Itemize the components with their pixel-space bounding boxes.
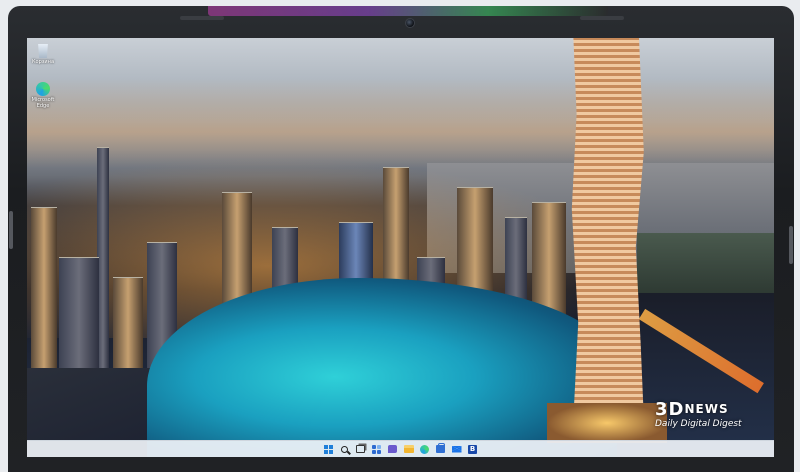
edge-icon bbox=[420, 444, 429, 454]
watermark-logo: 3DNEWS bbox=[655, 400, 780, 419]
bezel-reflection bbox=[208, 6, 608, 16]
mail-icon bbox=[451, 445, 462, 453]
wallpaper-highway bbox=[638, 308, 764, 394]
app-b-button[interactable]: B bbox=[467, 444, 478, 455]
edge-taskbar-button[interactable] bbox=[419, 444, 430, 455]
file-explorer-icon bbox=[403, 445, 414, 453]
search-icon bbox=[341, 445, 348, 453]
taskbar: B bbox=[27, 440, 774, 457]
wallpaper-tower-base bbox=[547, 403, 667, 443]
windows-start-icon bbox=[324, 444, 333, 454]
watermark-brand: 3D bbox=[655, 399, 685, 420]
file-explorer-button[interactable] bbox=[403, 444, 414, 455]
bezel-latch-right bbox=[789, 226, 793, 264]
wallpaper-twisted-tower bbox=[571, 38, 644, 418]
start-button[interactable] bbox=[323, 444, 334, 455]
mail-button[interactable] bbox=[451, 444, 462, 455]
search-button[interactable] bbox=[339, 444, 350, 455]
bezel-strip-right bbox=[580, 16, 624, 20]
watermark-tagline: Daily Digital Digest bbox=[655, 419, 742, 429]
task-view-icon bbox=[356, 445, 365, 453]
watermark: 3DNEWS Daily Digital Digest bbox=[655, 400, 780, 430]
chat-icon bbox=[388, 445, 397, 453]
bezel-strip-left bbox=[180, 16, 224, 20]
store-icon bbox=[436, 443, 445, 453]
store-button[interactable] bbox=[435, 443, 446, 455]
task-view-button[interactable] bbox=[355, 444, 366, 455]
wallpaper-coast bbox=[637, 233, 774, 293]
desktop-screen: Корзина Microsoft Edge B bbox=[27, 38, 774, 457]
desktop-icon-edge[interactable]: Microsoft Edge bbox=[30, 82, 56, 109]
bezel-latch-left bbox=[9, 211, 13, 249]
watermark-news: NEWS bbox=[684, 402, 729, 416]
desktop-icon-label: Корзина bbox=[31, 59, 55, 65]
recycle-bin-icon bbox=[38, 44, 48, 58]
wallpaper-sky bbox=[27, 78, 774, 168]
app-b-icon: B bbox=[468, 444, 477, 454]
edge-icon bbox=[36, 82, 50, 96]
chat-button[interactable] bbox=[387, 444, 398, 455]
widgets-icon bbox=[372, 444, 381, 454]
desktop-icon-label: Microsoft Edge bbox=[31, 97, 55, 109]
desktop-icon-recycle-bin[interactable]: Корзина bbox=[30, 44, 56, 65]
webcam-icon bbox=[405, 18, 415, 28]
widgets-button[interactable] bbox=[371, 444, 382, 455]
